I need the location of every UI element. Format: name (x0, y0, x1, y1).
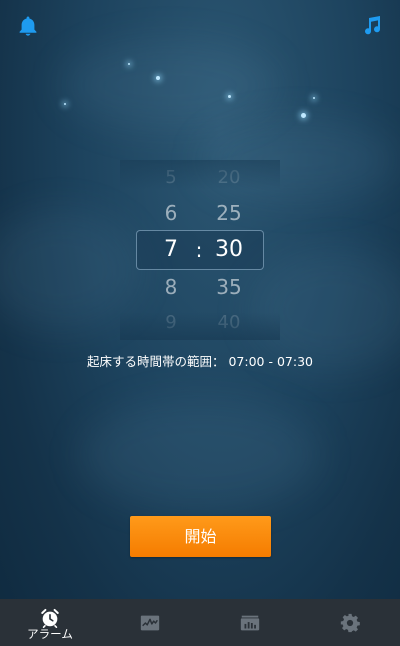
minute-option[interactable]: 35 (204, 269, 254, 305)
background-cloud (60, 40, 280, 130)
start-button[interactable]: 開始 (130, 516, 271, 557)
nav-label-alarm: アラーム (27, 627, 73, 641)
nav-item-statistics[interactable] (200, 599, 300, 646)
statistics-icon (239, 612, 261, 634)
wake-range-value: 07:00 - 07:30 (228, 354, 313, 369)
background-star (313, 97, 315, 99)
hour-option[interactable]: 8 (150, 269, 192, 305)
background-star (64, 103, 66, 105)
music-note-icon[interactable] (360, 14, 384, 38)
bell-icon[interactable] (16, 14, 40, 38)
minute-option[interactable]: 25 (204, 195, 254, 231)
selected-hour[interactable]: 7 (150, 232, 192, 268)
picker-row[interactable]: 8 35 (0, 269, 400, 305)
selected-minute[interactable]: 30 (204, 232, 254, 268)
background-star (301, 113, 306, 118)
wake-range-text: 起床する時間帯の範囲： 07:00 - 07:30 (0, 351, 400, 370)
picker-fade-top (120, 160, 280, 190)
bottom-nav: アラーム (0, 599, 400, 646)
gear-icon (339, 612, 361, 634)
nav-item-sleep-graph[interactable] (100, 599, 200, 646)
background-star (228, 95, 231, 98)
background-cloud (80, 400, 320, 510)
picker-fade-bottom (120, 312, 280, 340)
background-star (156, 76, 160, 80)
picker-row[interactable]: 6 25 (0, 195, 400, 231)
background-star (128, 63, 130, 65)
nav-item-alarm[interactable]: アラーム (0, 599, 100, 646)
wake-range-label: 起床する時間帯の範囲： (86, 354, 225, 369)
nav-item-settings[interactable] (300, 599, 400, 646)
sleep-graph-icon (139, 612, 161, 634)
time-separator: : (195, 238, 203, 262)
hour-option[interactable]: 6 (150, 195, 192, 231)
alarm-screen: 5 20 6 25 7 30 8 35 9 40 : 起床する時間帯の範囲： 0… (0, 0, 400, 646)
